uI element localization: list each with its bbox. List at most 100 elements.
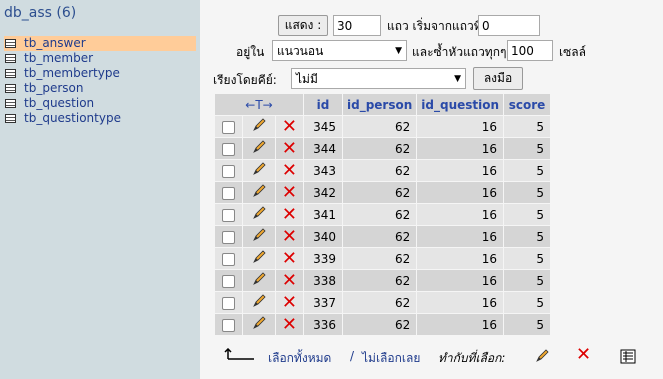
row-edit-cell xyxy=(243,116,275,137)
delete-x-icon[interactable]: ✕ xyxy=(282,160,297,181)
cell-id: 342 xyxy=(304,182,342,203)
row-checkbox[interactable] xyxy=(222,186,236,200)
row-checkbox[interactable] xyxy=(222,274,236,288)
table-list: tb_answer tb_member tb_membertype tb_person… xyxy=(4,36,196,126)
table-icon[interactable] xyxy=(5,39,16,48)
sort-arrows-icon[interactable]: ←T→ xyxy=(245,98,272,112)
edit-selected-pencil-icon[interactable] xyxy=(534,348,550,364)
cell-score: 5 xyxy=(504,116,551,137)
cell-id-person: 62 xyxy=(343,248,417,269)
column-header-id-question[interactable]: id_question xyxy=(417,94,504,115)
edit-pencil-icon[interactable] xyxy=(251,117,267,136)
table-icon[interactable] xyxy=(5,99,16,108)
delete-x-icon[interactable]: ✕ xyxy=(282,248,297,269)
edit-pencil-icon[interactable] xyxy=(251,315,267,334)
cell-id-person: 62 xyxy=(343,314,417,335)
cell-id: 339 xyxy=(304,248,342,269)
cell-id: 338 xyxy=(304,270,342,291)
cell-id-question: 16 xyxy=(417,226,504,247)
edit-pencil-icon[interactable] xyxy=(251,183,267,202)
table-icon[interactable] xyxy=(5,54,16,63)
check-all-link[interactable]: เลือกทั้งหมด xyxy=(268,349,331,368)
start-row-input[interactable] xyxy=(478,15,540,36)
table-row[interactable]: ✕ 343 62 16 5 xyxy=(215,160,551,181)
column-header-score[interactable]: score xyxy=(504,94,551,115)
row-edit-cell xyxy=(243,160,275,181)
repeat-label: และซ้ำหัวแถวทุกๆ xyxy=(412,45,507,59)
delete-x-icon[interactable]: ✕ xyxy=(282,204,297,225)
column-header-id[interactable]: id xyxy=(304,94,342,115)
sidebar-item-tb-member[interactable]: tb_member xyxy=(4,51,196,66)
sort-label: เรียงโดยคีย์: xyxy=(213,73,277,87)
delete-selected-icon[interactable]: ✕ xyxy=(576,346,591,364)
cell-id: 341 xyxy=(304,204,342,225)
row-edit-cell xyxy=(243,248,275,269)
show-button[interactable]: แสดง : xyxy=(278,15,328,36)
delete-x-icon[interactable]: ✕ xyxy=(282,270,297,291)
mode-select-value: แนวนอน xyxy=(277,43,324,58)
table-row[interactable]: ✕ 342 62 16 5 xyxy=(215,182,551,203)
sidebar-item-tb-membertype[interactable]: tb_membertype xyxy=(4,66,196,81)
sidebar-item-tb-person[interactable]: tb_person xyxy=(4,81,196,96)
sidebar-item-label: tb_questiontype xyxy=(24,111,121,125)
sidebar-item-tb-answer[interactable]: tb_answer xyxy=(4,36,196,51)
table-row[interactable]: ✕ 337 62 16 5 xyxy=(215,292,551,313)
row-checkbox[interactable] xyxy=(222,208,236,222)
database-title[interactable]: db_ass (6) xyxy=(4,5,76,21)
rows-count-input[interactable] xyxy=(333,15,381,36)
sidebar-item-tb-questiontype[interactable]: tb_questiontype xyxy=(4,111,196,126)
row-checkbox[interactable] xyxy=(222,230,236,244)
sidebar-item-tb-question[interactable]: tb_question xyxy=(4,96,196,111)
sort-arrows-header: ←T→ xyxy=(215,94,303,115)
row-checkbox[interactable] xyxy=(222,142,236,156)
edit-pencil-icon[interactable] xyxy=(251,271,267,290)
mode-select[interactable]: แนวนอน ▼ xyxy=(272,40,407,61)
table-row[interactable]: ✕ 340 62 16 5 xyxy=(215,226,551,247)
row-checkbox[interactable] xyxy=(222,296,236,310)
table-icon[interactable] xyxy=(5,84,16,93)
go-button[interactable]: ลงมือ xyxy=(473,67,523,90)
delete-x-icon[interactable]: ✕ xyxy=(282,226,297,247)
uncheck-all-link[interactable]: ไม่เลือกเลย xyxy=(362,349,420,368)
table-row[interactable]: ✕ 344 62 16 5 xyxy=(215,138,551,159)
rows-label: แถว เริ่มจากแถวที่ xyxy=(387,19,482,33)
delete-x-icon[interactable]: ✕ xyxy=(282,292,297,313)
cell-score: 5 xyxy=(504,292,551,313)
edit-pencil-icon[interactable] xyxy=(251,249,267,268)
table-icon[interactable] xyxy=(5,114,16,123)
cell-id-person: 62 xyxy=(343,292,417,313)
delete-x-icon[interactable]: ✕ xyxy=(282,314,297,335)
delete-x-icon[interactable]: ✕ xyxy=(282,138,297,159)
table-row[interactable]: ✕ 341 62 16 5 xyxy=(215,204,551,225)
edit-pencil-icon[interactable] xyxy=(251,139,267,158)
column-header-id-person[interactable]: id_person xyxy=(343,94,417,115)
repeat-header-input[interactable] xyxy=(507,40,553,61)
row-delete-cell: ✕ xyxy=(275,138,303,159)
edit-pencil-icon[interactable] xyxy=(251,293,267,312)
table-row[interactable]: ✕ 339 62 16 5 xyxy=(215,248,551,269)
table-icon[interactable] xyxy=(5,69,16,78)
sort-key-select[interactable]: ไม่มี ▼ xyxy=(291,68,466,89)
row-checkbox[interactable] xyxy=(222,164,236,178)
edit-pencil-icon[interactable] xyxy=(251,205,267,224)
row-delete-cell: ✕ xyxy=(275,116,303,137)
edit-pencil-icon[interactable] xyxy=(251,227,267,246)
cell-id-question: 16 xyxy=(417,160,504,181)
chevron-down-icon: ▼ xyxy=(395,45,402,56)
delete-x-icon[interactable]: ✕ xyxy=(282,182,297,203)
row-checkbox[interactable] xyxy=(222,252,236,266)
row-checkbox[interactable] xyxy=(222,318,236,332)
cell-id-question: 16 xyxy=(417,204,504,225)
delete-x-icon[interactable]: ✕ xyxy=(282,116,297,137)
cell-id-person: 62 xyxy=(343,270,417,291)
navigation-panel: db_ass (6) tb_answer tb_member tb_memberty… xyxy=(0,0,200,379)
table-row[interactable]: ✕ 336 62 16 5 xyxy=(215,314,551,335)
edit-pencil-icon[interactable] xyxy=(251,161,267,180)
with-selected-label: ทำกับที่เลือก: xyxy=(438,351,506,365)
table-row[interactable]: ✕ 338 62 16 5 xyxy=(215,270,551,291)
mode-label: อยู่ใน xyxy=(236,45,265,59)
row-checkbox[interactable] xyxy=(222,120,236,134)
export-selected-icon[interactable] xyxy=(620,349,636,364)
table-row[interactable]: ✕ 345 62 16 5 xyxy=(215,116,551,137)
chevron-down-icon: ▼ xyxy=(454,73,461,84)
